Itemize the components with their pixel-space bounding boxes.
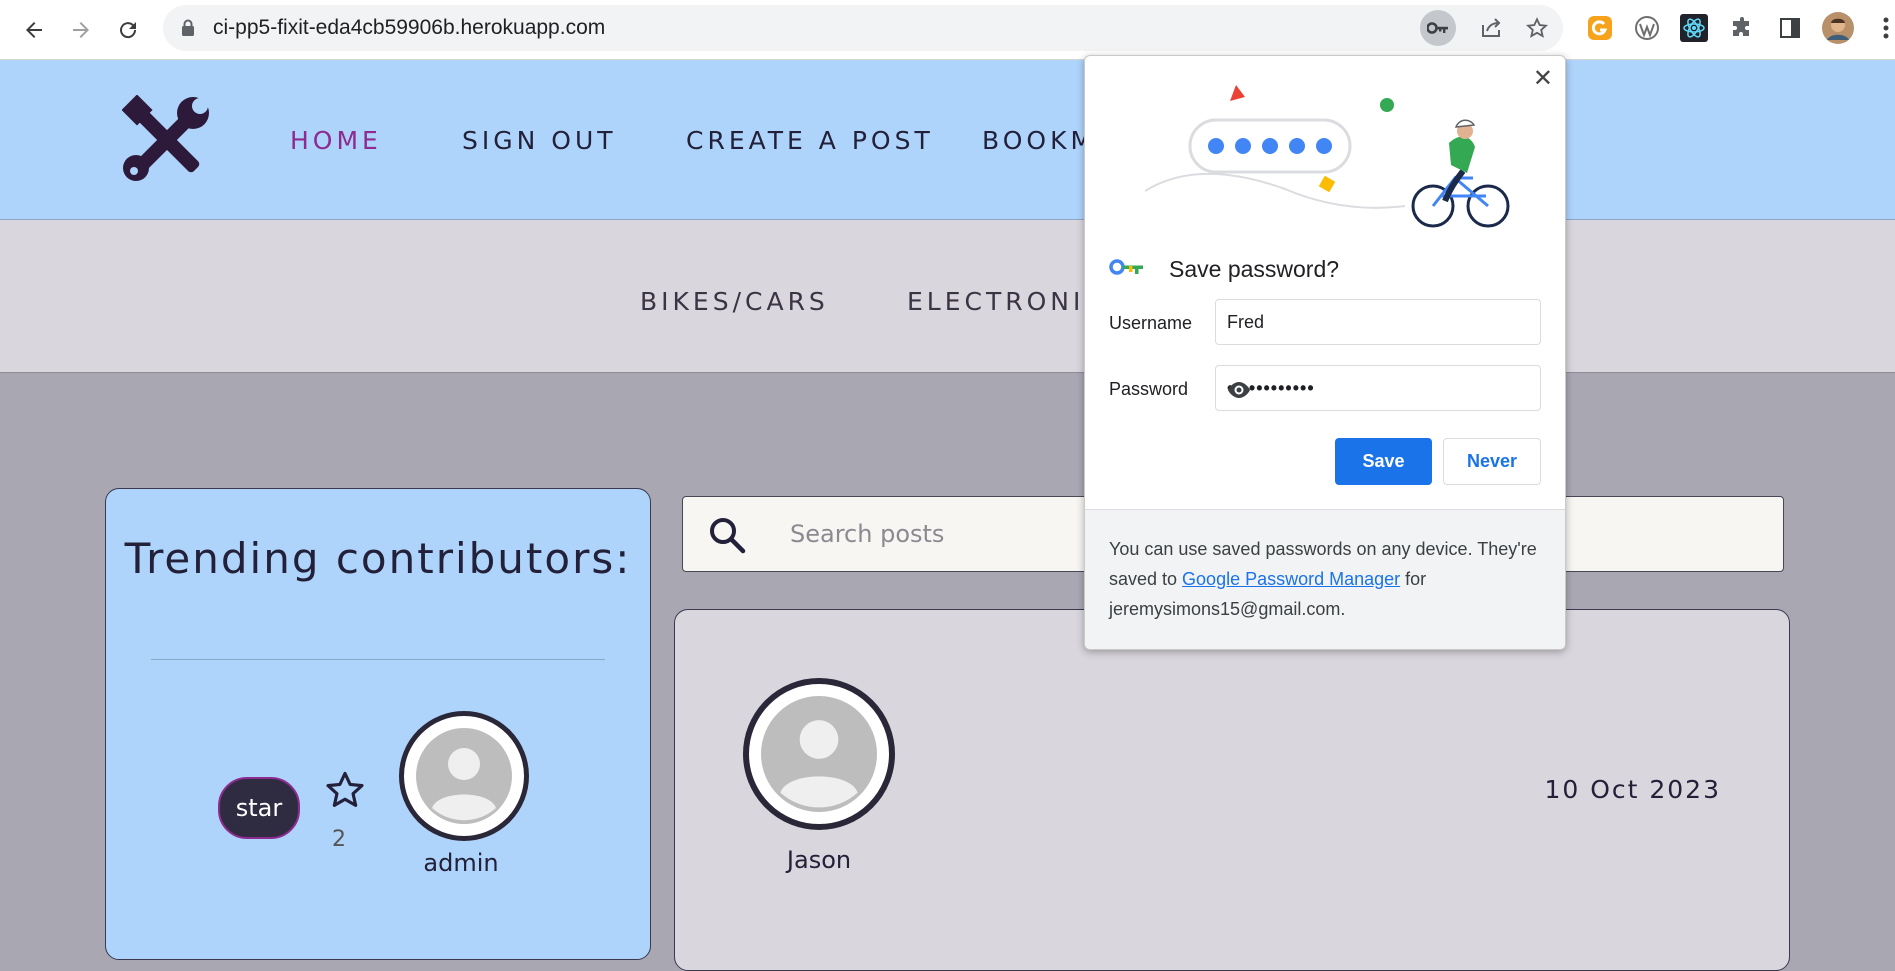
address-bar[interactable]: ci-pp5-fixit-eda4cb59906b.herokuapp.com xyxy=(163,5,1563,51)
reload-icon[interactable] xyxy=(108,10,148,50)
post-date: 10 Oct 2023 xyxy=(1544,775,1721,804)
site-header: HOME SIGN OUT CREATE A POST BOOKM... xyxy=(0,60,1895,220)
forward-icon[interactable] xyxy=(61,10,101,50)
save-button[interactable]: Save xyxy=(1335,438,1432,485)
nav-home[interactable]: HOME xyxy=(290,126,382,155)
category-bikes-cars[interactable]: BIKES/CARS xyxy=(640,287,829,316)
star-outline-icon xyxy=(324,769,366,815)
username-label: Username xyxy=(1109,313,1193,333)
trending-contributors-card: Trending contributors: star 2 admin xyxy=(105,488,651,960)
wordpress-icon[interactable] xyxy=(1631,12,1663,44)
url-text: ci-pp5-fixit-eda4cb59906b.herokuapp.com xyxy=(213,16,606,39)
password-field[interactable]: •••••••••••• xyxy=(1215,365,1541,411)
contributor-name[interactable]: admin xyxy=(421,849,501,877)
search-icon[interactable] xyxy=(707,515,747,559)
password-key-icon[interactable] xyxy=(1420,10,1456,46)
back-icon[interactable] xyxy=(14,10,54,50)
password-key-icon xyxy=(1109,258,1145,281)
trending-title: Trending contributors: xyxy=(124,534,632,583)
chrome-menu-icon[interactable] xyxy=(1870,12,1895,44)
cyclist-illustration xyxy=(1145,85,1510,228)
nav-create-post[interactable]: CREATE A POST xyxy=(686,126,934,155)
username-field[interactable]: Fred xyxy=(1215,299,1541,345)
popup-footer: You can use saved passwords on any devic… xyxy=(1085,509,1565,649)
post-author[interactable]: Jason xyxy=(763,846,875,874)
post-card: Jason 10 Oct 2023 xyxy=(674,609,1790,971)
password-manager-link[interactable]: Google Password Manager xyxy=(1182,569,1400,589)
star-count: 2 xyxy=(332,827,346,852)
username-value: Fred xyxy=(1227,312,1265,332)
tools-logo-icon[interactable] xyxy=(121,94,212,189)
popup-title: Save password? xyxy=(1169,256,1340,282)
divider xyxy=(151,659,605,660)
browser-toolbar: ci-pp5-fixit-eda4cb59906b.herokuapp.com xyxy=(0,0,1895,60)
popup-footer-text: You can use saved passwords on any devic… xyxy=(1109,534,1549,624)
bookmark-star-icon[interactable] xyxy=(1519,10,1555,46)
eye-icon[interactable] xyxy=(1227,378,1532,407)
lock-icon xyxy=(182,19,194,36)
nav-sign-out[interactable]: SIGN OUT xyxy=(462,126,617,155)
avatar[interactable] xyxy=(743,678,895,830)
side-panel-icon[interactable] xyxy=(1774,12,1806,44)
react-devtools-icon[interactable] xyxy=(1678,12,1710,44)
password-label: Password xyxy=(1109,379,1189,399)
profile-avatar-icon[interactable] xyxy=(1822,12,1854,44)
never-button[interactable]: Never xyxy=(1443,438,1541,485)
extensions-puzzle-icon[interactable] xyxy=(1726,12,1758,44)
save-password-dialog: ✕ Save password? Username Fred Password … xyxy=(1084,55,1566,650)
share-icon[interactable] xyxy=(1473,10,1509,46)
grammarly-icon[interactable] xyxy=(1584,12,1616,44)
avatar[interactable] xyxy=(399,711,529,841)
category-bar: BIKES/CARS ELECTRONIC... xyxy=(0,220,1895,373)
close-icon[interactable]: ✕ xyxy=(1533,64,1553,93)
star-badge: star xyxy=(218,777,300,839)
